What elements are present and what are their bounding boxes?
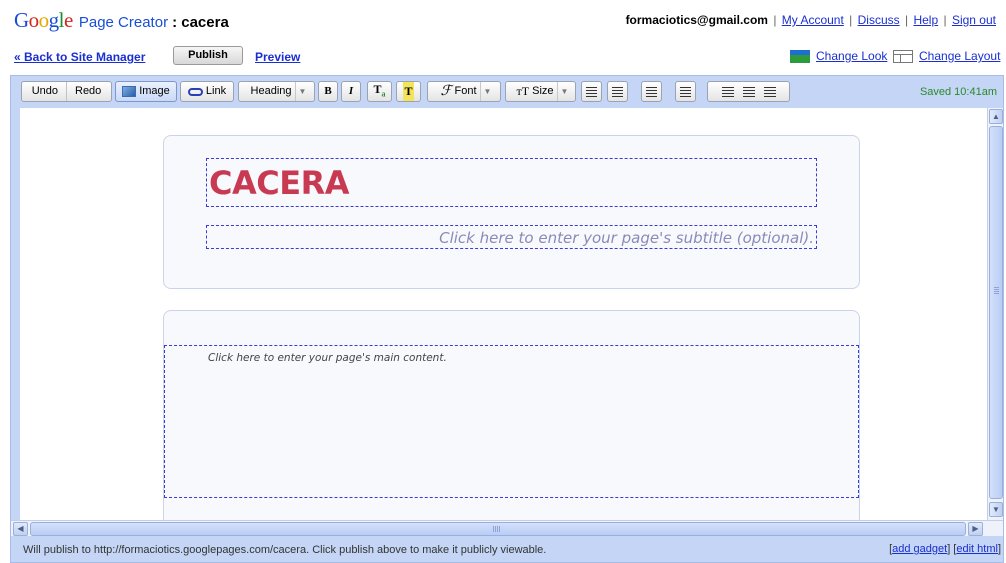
horizontal-scroll-thumb[interactable] — [30, 522, 966, 536]
edit-html-link[interactable]: edit html — [956, 543, 998, 555]
align-center-icon[interactable] — [742, 86, 755, 97]
link-button[interactable]: Link — [180, 81, 234, 102]
scroll-left-icon[interactable]: ◀ — [13, 522, 28, 536]
brand: Google Page Creator : cacera — [14, 8, 229, 33]
image-button[interactable]: Image — [115, 81, 177, 102]
separator: | — [849, 13, 853, 27]
add-gadget-link[interactable]: add gadget — [892, 543, 947, 555]
size-dropdown[interactable]: ᴛT Size ▼ — [505, 81, 576, 102]
bold-button[interactable]: B — [318, 81, 338, 102]
horizontal-scrollbar[interactable]: ◀ ▶ — [11, 520, 1003, 536]
image-icon — [122, 86, 137, 97]
text-color-icon: Ta — [373, 81, 386, 99]
heading-dropdown[interactable]: Heading ▼ — [238, 81, 315, 102]
font-dropdown[interactable]: ℱ Font ▼ — [427, 81, 501, 102]
logo-letter: o — [38, 8, 50, 32]
link-label: Link — [205, 85, 227, 97]
chevron-down-icon: ▼ — [556, 82, 568, 101]
toolbar: Undo Redo Image Link Heading ▼ B I Ta T … — [11, 76, 1003, 108]
document-area[interactable]: CACERA Click here to enter your page's s… — [20, 108, 987, 520]
numbered-list-icon — [586, 86, 597, 97]
change-look-label: Change Look — [816, 49, 888, 63]
subtitle-field[interactable]: Click here to enter your page's subtitle… — [206, 225, 817, 249]
size-icon: ᴛT — [516, 84, 530, 98]
scroll-up-icon[interactable]: ▲ — [989, 109, 1003, 124]
google-logo[interactable]: Google — [14, 8, 73, 33]
change-look-link[interactable]: Change Look — [790, 49, 887, 63]
page-title: CACERA — [209, 164, 350, 202]
indent-icon — [680, 86, 691, 97]
link-icon — [187, 87, 203, 96]
help-link[interactable]: Help — [913, 13, 938, 27]
change-layout-icon — [893, 49, 913, 63]
vertical-scrollbar[interactable]: ▲ ▼ — [987, 108, 1003, 520]
indent-button[interactable] — [675, 81, 696, 102]
separator: | — [943, 13, 947, 27]
heading-label: Heading — [250, 85, 292, 97]
scroll-right-icon[interactable]: ▶ — [968, 522, 983, 536]
image-label: Image — [139, 85, 170, 97]
top-bar: Google Page Creator : cacera formaciotic… — [0, 0, 1006, 44]
vertical-scroll-thumb[interactable] — [989, 126, 1003, 499]
align-left-icon[interactable] — [721, 86, 734, 97]
font-label: Font — [454, 85, 477, 97]
status-bar: Will publish to http://formaciotics.goog… — [11, 536, 1003, 562]
text-color-button[interactable]: Ta — [367, 81, 392, 102]
alignment-group — [707, 81, 790, 102]
size-label: Size — [532, 85, 554, 97]
main-content-placeholder: Click here to enter your page's main con… — [208, 352, 447, 364]
change-layout-link[interactable]: Change Layout — [893, 49, 1000, 63]
highlight-icon: T — [403, 82, 414, 101]
change-look-icon — [790, 49, 810, 63]
bulleted-list-button[interactable] — [607, 81, 628, 102]
publish-message: Will publish to http://formaciotics.goog… — [23, 544, 547, 556]
title-card: CACERA Click here to enter your page's s… — [163, 135, 860, 289]
scroll-down-icon[interactable]: ▼ — [989, 502, 1003, 517]
main-content-field[interactable]: Click here to enter your page's main con… — [164, 345, 859, 498]
logo-letter: G — [14, 8, 29, 32]
preview-link[interactable]: Preview — [255, 50, 300, 64]
back-to-site-manager-link[interactable]: « Back to Site Manager — [14, 50, 145, 64]
editor-frame: Undo Redo Image Link Heading ▼ B I Ta T … — [10, 75, 1004, 563]
status-links: [add gadget] [edit html] — [889, 543, 1001, 555]
chevron-down-icon: ▼ — [479, 82, 491, 101]
outdent-icon — [646, 86, 657, 97]
outdent-button[interactable] — [641, 81, 662, 102]
publish-button[interactable]: Publish — [173, 46, 243, 65]
logo-letter: g — [48, 8, 60, 32]
logo-letter: o — [28, 8, 40, 32]
content-card: Click here to enter your page's main con… — [163, 310, 860, 520]
separator: | — [904, 13, 909, 27]
nav-row: « Back to Site Manager Publish Preview C… — [0, 43, 1006, 69]
grip-icon — [493, 526, 501, 532]
logo-letter: e — [64, 8, 73, 32]
account-email: formaciotics@gmail.com — [625, 13, 768, 27]
redo-button[interactable]: Redo — [70, 82, 106, 101]
site-name: : cacera — [172, 14, 229, 31]
change-layout-label: Change Layout — [919, 49, 1001, 63]
product-name: Page Creator — [78, 14, 169, 31]
highlight-button[interactable]: T — [396, 81, 421, 102]
undo-redo-group: Undo Redo — [21, 81, 112, 102]
discuss-link[interactable]: Discuss — [858, 13, 900, 27]
undo-button[interactable]: Undo — [27, 82, 63, 101]
numbered-list-button[interactable] — [581, 81, 602, 102]
saved-status: Saved 10:41am — [919, 86, 997, 98]
sign-out-link[interactable]: Sign out — [952, 13, 996, 27]
bulleted-list-icon — [612, 86, 623, 97]
my-account-link[interactable]: My Account — [782, 13, 844, 27]
divider — [66, 82, 67, 101]
chevron-down-icon: ▼ — [294, 82, 306, 101]
subtitle-placeholder: Click here to enter your page's subtitle… — [439, 229, 814, 247]
site-name-value: cacera — [181, 14, 229, 31]
account-links: formaciotics@gmail.com | My Account | Di… — [626, 13, 996, 27]
font-icon: ℱ — [440, 84, 452, 99]
separator: | — [773, 13, 777, 27]
grip-icon — [994, 287, 999, 294]
italic-button[interactable]: I — [341, 81, 361, 102]
site-name-prefix: : — [172, 14, 178, 31]
title-field[interactable]: CACERA — [206, 158, 817, 207]
align-right-icon[interactable] — [763, 86, 776, 97]
